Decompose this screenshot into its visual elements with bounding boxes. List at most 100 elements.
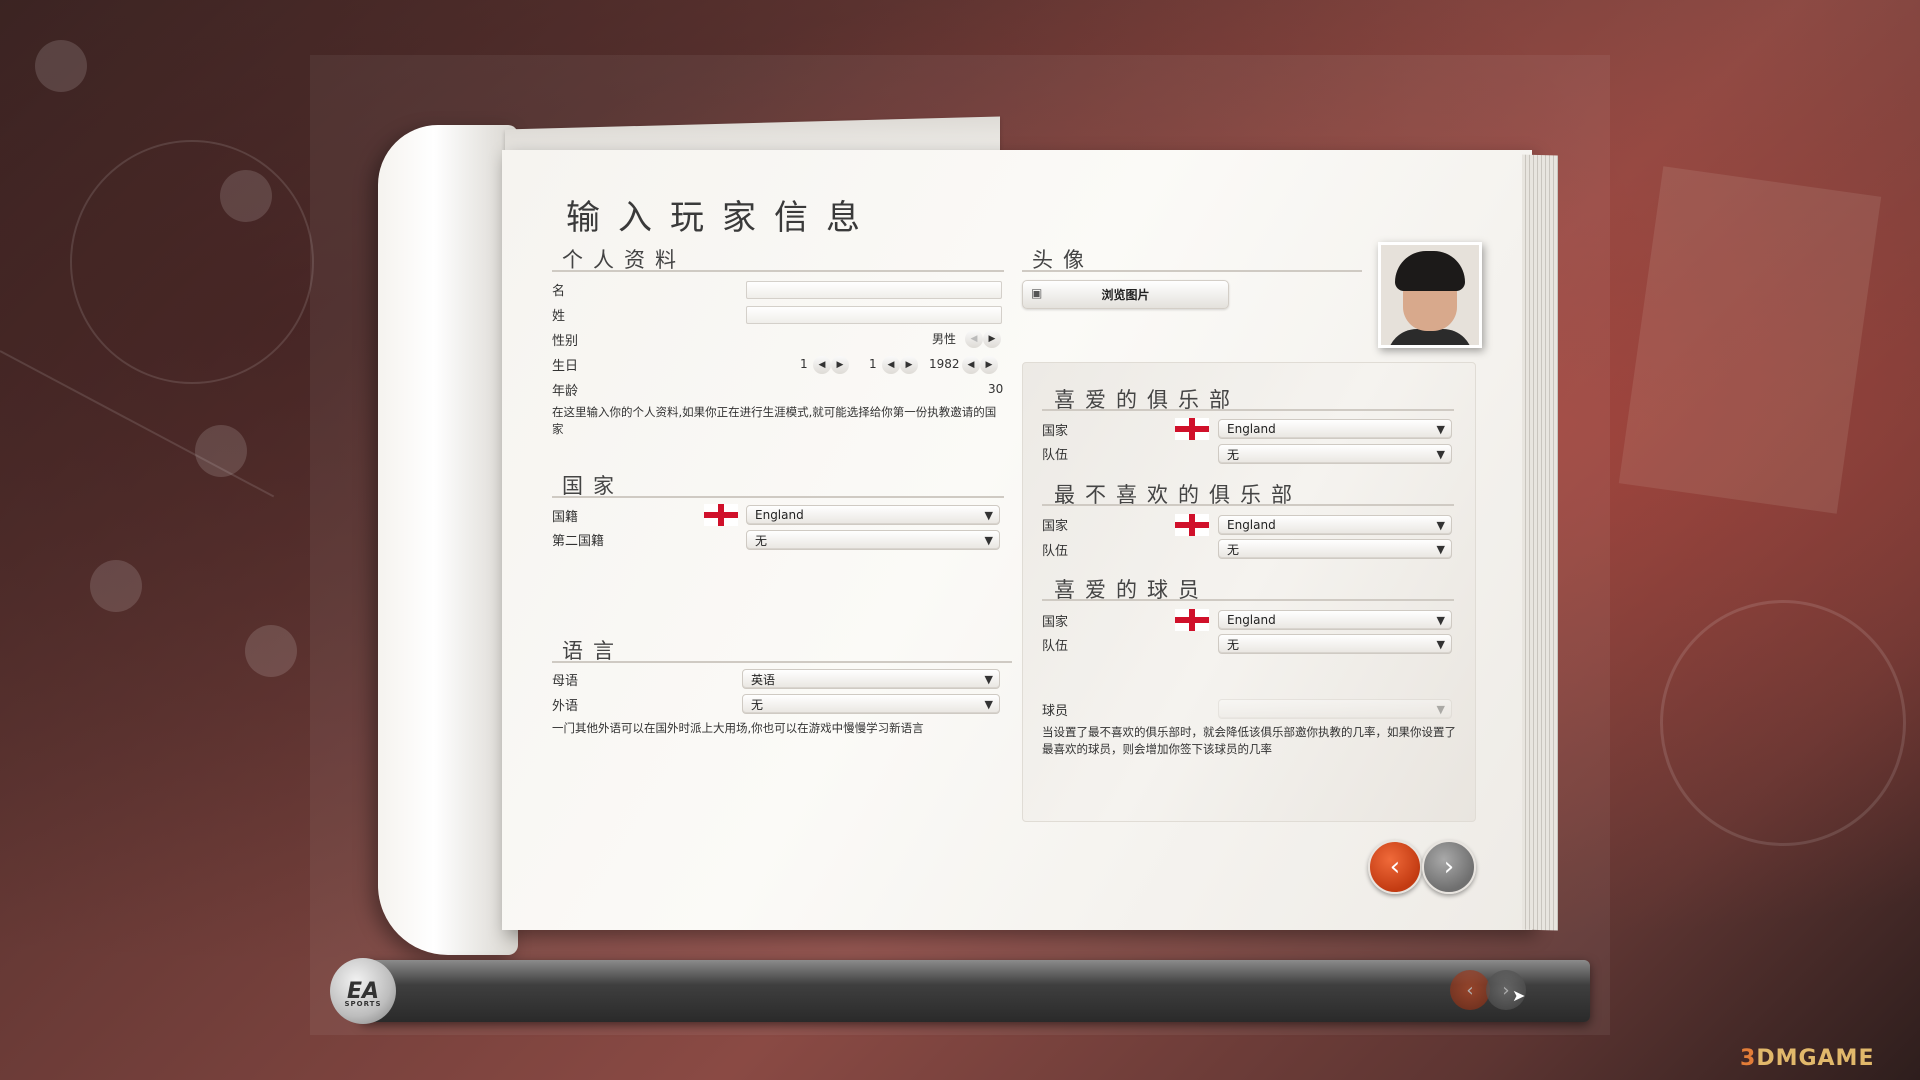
browse-image-label: 浏览图片	[1101, 288, 1150, 302]
favorite-player-country-label: 国家	[1042, 615, 1069, 630]
favorite-club-team-select[interactable]: 无 ▼	[1218, 444, 1452, 464]
favorite-player-team-label: 队伍	[1042, 639, 1069, 654]
england-flag-icon	[704, 504, 738, 526]
tactic-marker-decoration	[35, 40, 87, 92]
disliked-club-team-value: 无	[1227, 542, 1240, 557]
watermark-text: DMGAME	[1756, 1046, 1875, 1071]
back-chevron-icon: ‹	[1389, 852, 1401, 882]
next-chevron-icon: ›	[1502, 979, 1510, 1001]
foreign-language-select-value: 无	[751, 697, 764, 712]
chevron-down-icon: ▼	[984, 534, 993, 547]
favorite-club-team-value: 无	[1227, 447, 1240, 462]
disliked-club-country-value: England	[1227, 518, 1276, 532]
tactic-marker-decoration	[90, 560, 142, 612]
gender-next-button[interactable]: ▶	[983, 330, 1001, 348]
england-flag-icon	[1175, 609, 1209, 631]
section-divider	[552, 270, 1004, 272]
native-language-select-value: 英语	[751, 672, 776, 687]
gender-value: 男性	[932, 332, 957, 346]
ea-sports-logo: EA SPORTS	[330, 958, 396, 1024]
nationality-select-value: England	[755, 508, 804, 522]
bottom-back-button[interactable]: ‹	[1450, 970, 1490, 1010]
chevron-down-icon: ▼	[1436, 543, 1445, 556]
chevron-down-icon: ▼	[984, 698, 993, 711]
section-divider	[1042, 599, 1454, 601]
birthday-label: 生日	[552, 359, 579, 374]
pitch-circle-decoration	[70, 140, 314, 384]
language-note: 一门其他外语可以在国外时派上大用场,你也可以在游戏中慢慢学习新语言	[552, 721, 924, 735]
gender-prev-button[interactable]: ◀	[965, 330, 983, 348]
watermark-prefix: 3	[1740, 1046, 1757, 1071]
favorite-club-country-select[interactable]: England ▼	[1218, 419, 1452, 439]
age-label: 年龄	[552, 384, 579, 399]
birth-day-prev-button[interactable]: ◀	[813, 356, 831, 374]
england-flag-icon	[1175, 514, 1209, 536]
age-value: 30	[988, 382, 1004, 396]
last-name-field[interactable]	[746, 306, 1002, 324]
foreign-language-label: 外语	[552, 699, 579, 714]
disliked-club-team-select[interactable]: 无 ▼	[1218, 539, 1452, 559]
bottom-bar	[360, 960, 1590, 1022]
section-divider	[552, 496, 1004, 498]
preferences-note: 当设置了最不喜欢的俱乐部时，就会降低该俱乐部邀你执教的几率，如果你设置了最喜欢的…	[1042, 725, 1456, 756]
last-name-label: 姓	[552, 309, 566, 324]
birth-day-next-button[interactable]: ▶	[831, 356, 849, 374]
chevron-down-icon: ▼	[1436, 448, 1445, 461]
england-flag-icon	[1175, 418, 1209, 440]
image-icon: ▣	[1031, 286, 1043, 300]
gender-stepper: ◀ ▶	[965, 330, 1001, 348]
personal-note: 在这里输入你的个人资料,如果你正在进行生涯模式,就可能选择给你第一份执教邀请的国…	[552, 405, 997, 436]
page-title: 输入玩家信息	[566, 198, 878, 238]
chevron-down-icon: ▼	[1436, 703, 1445, 716]
second-nationality-select[interactable]: 无 ▼	[746, 530, 1000, 550]
nationality-label: 国籍	[552, 510, 579, 525]
favorite-club-country-value: England	[1227, 422, 1276, 436]
book-left-page-curl	[378, 125, 518, 955]
birth-month-stepper: ◀ ▶	[882, 356, 918, 374]
back-button[interactable]: ‹	[1368, 840, 1422, 894]
mouse-cursor-icon: ➤	[1512, 986, 1526, 1005]
section-divider	[1042, 409, 1454, 411]
tactic-marker-decoration	[220, 170, 272, 222]
favorite-club-country-label: 国家	[1042, 424, 1069, 439]
nationality-select[interactable]: England ▼	[746, 505, 1000, 525]
favorite-player-label: 球员	[1042, 704, 1069, 719]
favorite-player-country-select[interactable]: England ▼	[1218, 610, 1452, 630]
chevron-down-icon: ▼	[1436, 519, 1445, 532]
section-divider	[1022, 270, 1362, 272]
birth-year-prev-button[interactable]: ◀	[962, 356, 980, 374]
tactic-marker-decoration	[245, 625, 297, 677]
first-name-label: 名	[552, 284, 566, 299]
native-language-label: 母语	[552, 674, 579, 689]
watermark: 3DMGAME	[1740, 1046, 1874, 1071]
first-name-field[interactable]	[746, 281, 1002, 299]
favorite-player-select[interactable]: ▼	[1218, 699, 1452, 719]
photos-decoration	[1618, 166, 1882, 514]
birth-year-next-button[interactable]: ▶	[980, 356, 998, 374]
tactic-marker-decoration	[195, 425, 247, 477]
second-nationality-label: 第二国籍	[552, 534, 605, 549]
birth-day-value: 1	[800, 357, 808, 371]
native-language-select[interactable]: 英语 ▼	[742, 669, 1000, 689]
foreign-language-select[interactable]: 无 ▼	[742, 694, 1000, 714]
disliked-club-country-select[interactable]: England ▼	[1218, 515, 1452, 535]
favorite-club-team-label: 队伍	[1042, 448, 1069, 463]
favorite-player-team-select[interactable]: 无 ▼	[1218, 634, 1452, 654]
favorite-player-country-value: England	[1227, 613, 1276, 627]
avatar	[1378, 242, 1482, 348]
birth-month-prev-button[interactable]: ◀	[882, 356, 900, 374]
birth-month-next-button[interactable]: ▶	[900, 356, 918, 374]
next-button[interactable]: ›	[1422, 840, 1476, 894]
chevron-down-icon: ▼	[1436, 614, 1445, 627]
birth-day-stepper: ◀ ▶	[813, 356, 849, 374]
book-page-edges	[1522, 154, 1558, 931]
birth-year-stepper: ◀ ▶	[962, 356, 998, 374]
favorite-player-team-value: 无	[1227, 637, 1240, 652]
disliked-club-team-label: 队伍	[1042, 544, 1069, 559]
chevron-down-icon: ▼	[984, 673, 993, 686]
birth-year-value: 1982	[929, 357, 960, 371]
section-divider	[1042, 504, 1454, 506]
browse-image-button[interactable]: ▣ 浏览图片	[1022, 280, 1229, 309]
section-divider	[552, 661, 1012, 663]
back-chevron-icon: ‹	[1466, 979, 1474, 1001]
